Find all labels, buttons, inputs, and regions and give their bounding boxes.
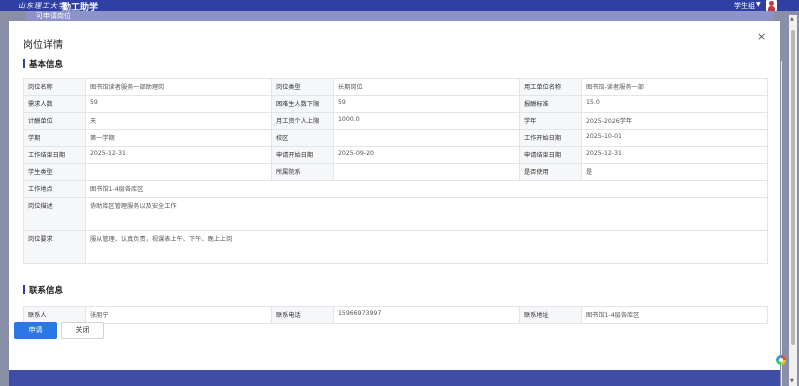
table-row: 工作地点 图书馆1-4层各库区 bbox=[23, 180, 768, 198]
field-value: 第一学期 bbox=[85, 129, 272, 147]
scroll-down-icon[interactable]: ▼ bbox=[790, 378, 794, 384]
table-row: 学期 第一学期 校区 工作开始日期 2025-10-01 bbox=[23, 129, 768, 147]
field-label: 学年 bbox=[519, 112, 582, 130]
field-value: 协助库区管理服务以及安全工作 bbox=[85, 197, 768, 231]
field-value: 长期岗位 bbox=[333, 78, 520, 96]
field-label: 所属院系 bbox=[271, 163, 334, 181]
field-value: 是 bbox=[581, 163, 768, 181]
user-avatar-icon[interactable] bbox=[766, 0, 777, 11]
floating-assistant-icon[interactable] bbox=[776, 355, 786, 365]
subtab-label: 可申请岗位 bbox=[36, 12, 71, 20]
field-value: 2025-09-20 bbox=[333, 146, 520, 164]
field-value: 15.0 bbox=[581, 95, 768, 113]
field-label: 申请结束日期 bbox=[519, 146, 582, 164]
field-value: 天 bbox=[85, 112, 272, 130]
field-value: 15966973997 bbox=[333, 306, 520, 324]
field-label: 工作结束日期 bbox=[23, 146, 86, 164]
field-label: 岗位类型 bbox=[271, 78, 334, 96]
field-value: 服从管理、认真负责，视课表上午、下午、晚上上岗 bbox=[85, 230, 768, 264]
field-value: 59 bbox=[333, 95, 520, 113]
divider bbox=[781, 61, 782, 386]
table-row: 计酬单位天月工资个人上限 1000.0 学年 2025-2026学年 bbox=[23, 112, 768, 130]
field-label: 工作开始日期 bbox=[519, 129, 582, 147]
field-label: 岗位描述 bbox=[23, 197, 86, 231]
top-navigation-bar: 山东理工大学 勤工助学 学生组 ▼ bbox=[0, 0, 799, 13]
user-role-label[interactable]: 学生组 bbox=[734, 1, 755, 11]
field-label: 联系人 bbox=[23, 306, 86, 324]
scroll-up-icon[interactable]: ▲ bbox=[790, 16, 794, 22]
field-value: 张朋宁 bbox=[85, 306, 272, 324]
position-detail-dialog: 岗位详情 × 基本信息 岗位名称 图书馆读者服务一部助理岗 岗位类型 长期岗位 用工单位… bbox=[9, 21, 782, 386]
basic-info-heading: 基本信息 bbox=[23, 58, 63, 70]
apply-button[interactable]: 申请 bbox=[14, 322, 57, 339]
field-label: 联系电话 bbox=[271, 306, 334, 324]
contact-info-table: 联系人 张朋宁 联系电话 15966973997 联系地址 图书馆1-4层各库区 bbox=[23, 306, 768, 324]
field-value: 图书馆读者服务一部助理岗 bbox=[85, 78, 272, 96]
field-label: 报酬标准 bbox=[519, 95, 582, 113]
field-value: 2025-12-31 bbox=[85, 146, 272, 164]
chevron-down-icon[interactable]: ▼ bbox=[756, 1, 761, 8]
field-value: 图书馆1-4层各库区 bbox=[581, 306, 768, 324]
field-label: 申请开始日期 bbox=[271, 146, 334, 164]
university-logo: 山东理工大学 bbox=[18, 2, 66, 10]
table-row: 岗位名称 图书馆读者服务一部助理岗 岗位类型 长期岗位 用工单位名称 图书馆-读者服务一部 bbox=[23, 78, 768, 96]
field-value: 图书馆1-4层各库区 bbox=[85, 180, 768, 198]
field-label: 岗位名称 bbox=[23, 78, 86, 96]
table-row: 岗位描述 协助库区管理服务以及安全工作 bbox=[23, 197, 768, 231]
field-value: 图书馆-读者服务一部 bbox=[581, 78, 768, 96]
table-row: 工作结束日期 2025-12-31 申请开始日期 2025-09-20 申请结束日期 20… bbox=[23, 146, 768, 164]
field-value bbox=[333, 129, 520, 147]
table-row: 学生类型 所属院系 是否使用是 bbox=[23, 163, 768, 181]
table-row: 需求人数 59 困难生人数下限 59 报酬标准 15.0 bbox=[23, 95, 768, 113]
field-value: 59 bbox=[85, 95, 272, 113]
dialog-title: 岗位详情 bbox=[23, 40, 63, 51]
field-label: 学生类型 bbox=[23, 163, 86, 181]
field-label: 困难生人数下限 bbox=[271, 95, 334, 113]
basic-info-table: 岗位名称 图书馆读者服务一部助理岗 岗位类型 长期岗位 用工单位名称 图书馆-读者服务一部… bbox=[23, 78, 768, 264]
field-label: 岗位要求 bbox=[23, 230, 86, 264]
field-value: 2025-10-01 bbox=[581, 129, 768, 147]
field-value bbox=[85, 163, 272, 181]
scrollbar-thumb[interactable] bbox=[791, 30, 795, 345]
field-label: 学期 bbox=[23, 129, 86, 147]
field-label: 是否使用 bbox=[519, 163, 582, 181]
close-button[interactable]: 关闭 bbox=[61, 322, 104, 339]
field-label: 需求人数 bbox=[23, 95, 86, 113]
field-value: 2025-12-31 bbox=[581, 146, 768, 164]
field-value bbox=[333, 163, 520, 181]
field-label: 校区 bbox=[271, 129, 334, 147]
table-row: 岗位要求 服从管理、认真负责，视课表上午、下午、晚上上岗 bbox=[23, 230, 768, 264]
bottom-bar bbox=[9, 370, 780, 386]
close-icon[interactable]: × bbox=[757, 30, 766, 43]
field-label: 月工资个人上限 bbox=[271, 112, 334, 130]
field-value: 1000.0 bbox=[333, 112, 520, 130]
field-label: 用工单位名称 bbox=[519, 78, 582, 96]
contact-info-heading: 联系信息 bbox=[23, 284, 63, 296]
table-row: 联系人 张朋宁 联系电话 15966973997 联系地址 图书馆1-4层各库区 bbox=[23, 306, 768, 324]
field-value: 2025-2026学年 bbox=[581, 112, 768, 130]
field-label: 工作地点 bbox=[23, 180, 86, 198]
field-label: 联系地址 bbox=[519, 306, 582, 324]
field-label: 计酬单位 bbox=[23, 112, 86, 130]
